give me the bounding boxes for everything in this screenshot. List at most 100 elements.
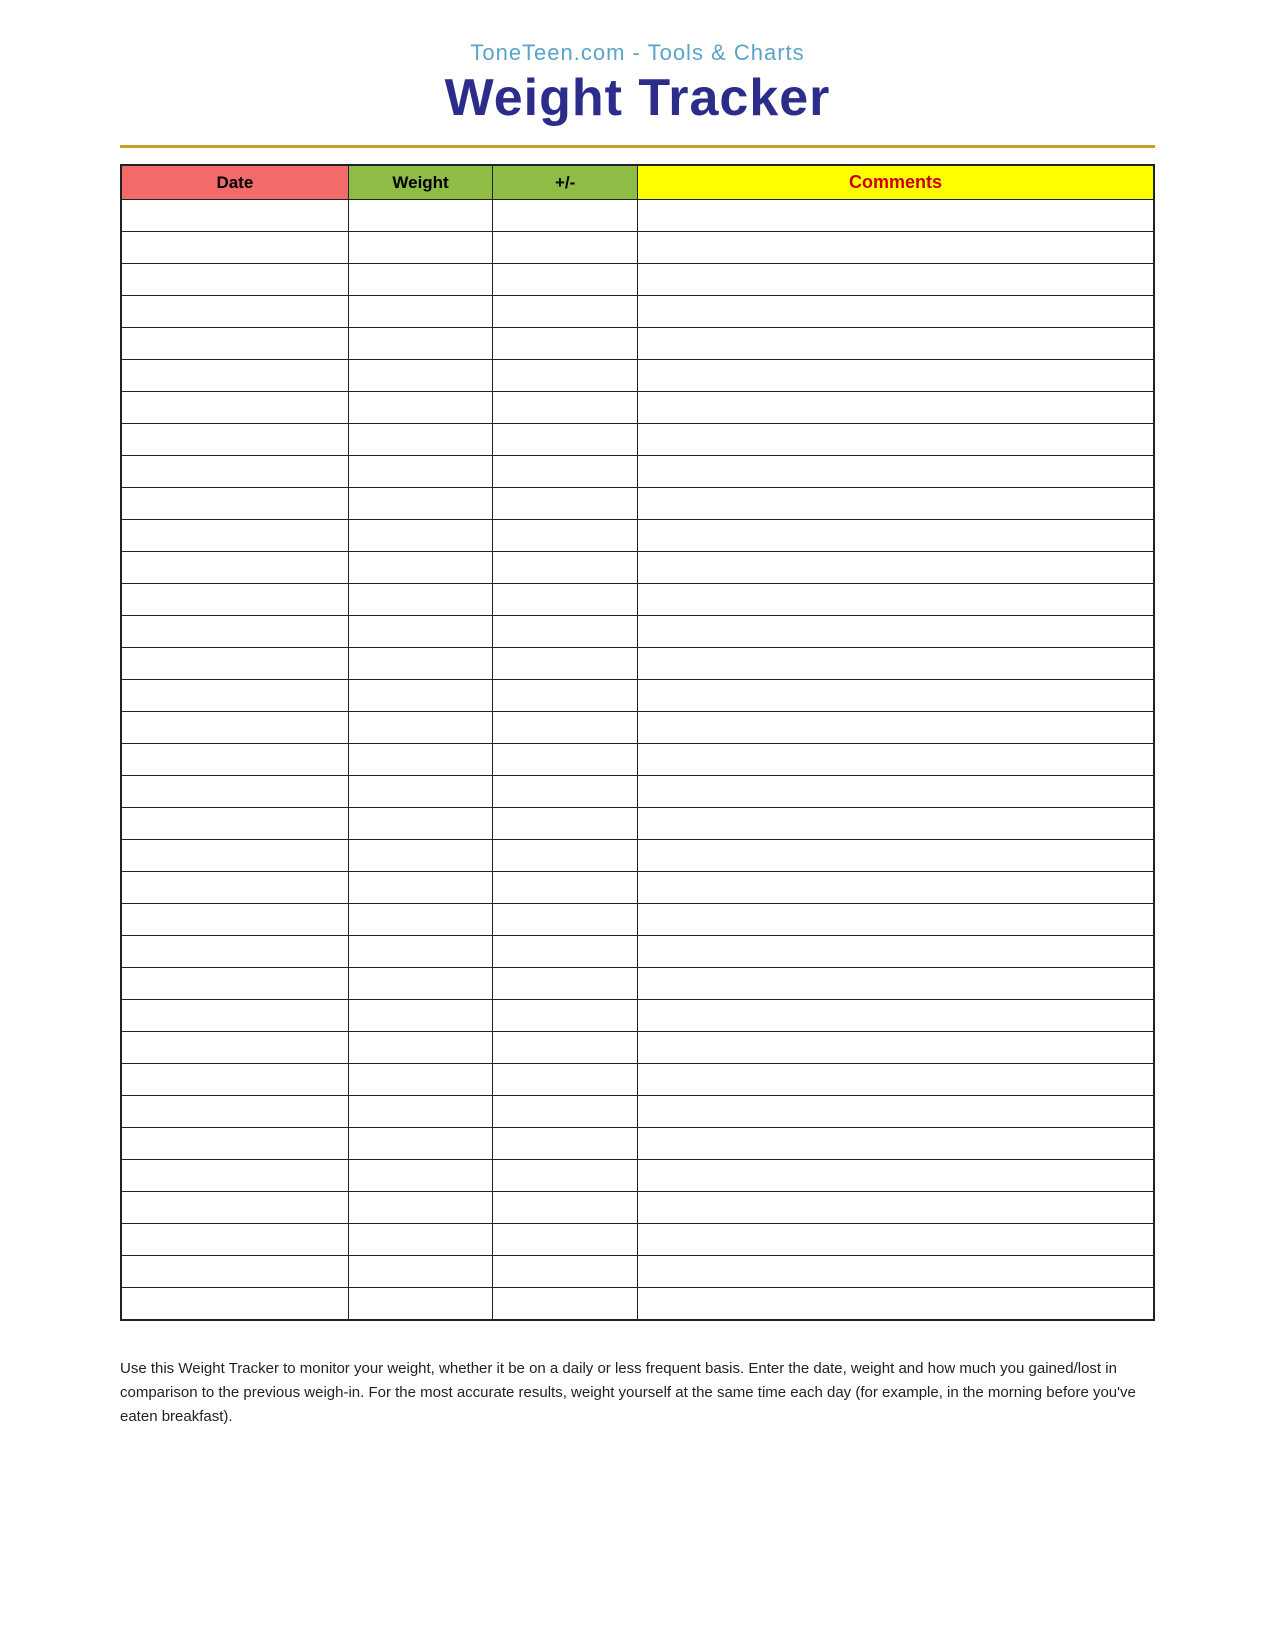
- table-cell: [348, 1288, 493, 1320]
- table-cell: [493, 1224, 638, 1256]
- table-cell: [348, 936, 493, 968]
- table-cell: [493, 1000, 638, 1032]
- table-cell: [121, 712, 348, 744]
- table-row: [121, 1064, 1154, 1096]
- table-cell: [493, 648, 638, 680]
- table-cell: [121, 360, 348, 392]
- table-cell: [637, 296, 1154, 328]
- table-cell: [637, 968, 1154, 1000]
- table-cell: [637, 872, 1154, 904]
- table-cell: [121, 1064, 348, 1096]
- table-row: [121, 584, 1154, 616]
- table-cell: [637, 1064, 1154, 1096]
- table-cell: [121, 584, 348, 616]
- table-cell: [348, 264, 493, 296]
- table-cell: [493, 552, 638, 584]
- table-cell: [348, 840, 493, 872]
- table-cell: [121, 520, 348, 552]
- divider-line: [120, 145, 1155, 148]
- table-cell: [493, 488, 638, 520]
- table-cell: [493, 360, 638, 392]
- table-cell: [637, 616, 1154, 648]
- table-row: [121, 968, 1154, 1000]
- table-cell: [493, 1288, 638, 1320]
- table-cell: [121, 1096, 348, 1128]
- table-cell: [493, 680, 638, 712]
- table-cell: [121, 840, 348, 872]
- table-cell: [121, 1256, 348, 1288]
- table-cell: [348, 1000, 493, 1032]
- table-cell: [348, 648, 493, 680]
- table-cell: [637, 904, 1154, 936]
- table-cell: [493, 424, 638, 456]
- table-cell: [348, 1160, 493, 1192]
- table-cell: [348, 232, 493, 264]
- table-cell: [348, 776, 493, 808]
- table-row: [121, 264, 1154, 296]
- table-row: [121, 456, 1154, 488]
- table-cell: [493, 808, 638, 840]
- page-container: ToneTeen.com - Tools & Charts Weight Tra…: [0, 0, 1275, 1489]
- table-row: [121, 232, 1154, 264]
- table-cell: [348, 296, 493, 328]
- table-cell: [121, 1128, 348, 1160]
- table-cell: [637, 456, 1154, 488]
- table-row: [121, 712, 1154, 744]
- table-cell: [121, 552, 348, 584]
- table-row: [121, 328, 1154, 360]
- table-row: [121, 1256, 1154, 1288]
- table-cell: [637, 648, 1154, 680]
- table-cell: [348, 1256, 493, 1288]
- table-cell: [637, 936, 1154, 968]
- table-cell: [121, 232, 348, 264]
- table-cell: [121, 1032, 348, 1064]
- header: ToneTeen.com - Tools & Charts Weight Tra…: [120, 40, 1155, 127]
- table-cell: [637, 1160, 1154, 1192]
- table-cell: [348, 744, 493, 776]
- table-cell: [121, 424, 348, 456]
- table-cell: [121, 1288, 348, 1320]
- table-cell: [493, 264, 638, 296]
- table-row: [121, 616, 1154, 648]
- table-cell: [348, 680, 493, 712]
- table-row: [121, 904, 1154, 936]
- table-cell: [121, 776, 348, 808]
- table-row: [121, 200, 1154, 232]
- table-cell: [493, 520, 638, 552]
- table-cell: [121, 200, 348, 232]
- table-cell: [637, 840, 1154, 872]
- table-cell: [348, 552, 493, 584]
- table-cell: [348, 968, 493, 1000]
- table-cell: [348, 1192, 493, 1224]
- table-cell: [121, 904, 348, 936]
- table-row: [121, 1128, 1154, 1160]
- table-cell: [637, 776, 1154, 808]
- table-cell: [493, 872, 638, 904]
- table-cell: [493, 1160, 638, 1192]
- table-cell: [493, 1032, 638, 1064]
- table-cell: [493, 584, 638, 616]
- table-cell: [121, 392, 348, 424]
- table-cell: [348, 200, 493, 232]
- table-row: [121, 1160, 1154, 1192]
- table-cell: [348, 424, 493, 456]
- table-cell: [348, 872, 493, 904]
- col-header-date: Date: [121, 165, 348, 200]
- table-cell: [637, 392, 1154, 424]
- table-cell: [637, 1224, 1154, 1256]
- table-cell: [637, 808, 1154, 840]
- table-cell: [121, 456, 348, 488]
- col-header-weight: Weight: [348, 165, 493, 200]
- table-cell: [637, 712, 1154, 744]
- table-cell: [637, 1096, 1154, 1128]
- table-cell: [121, 328, 348, 360]
- table-cell: [348, 616, 493, 648]
- table-cell: [121, 1192, 348, 1224]
- table-cell: [348, 1032, 493, 1064]
- table-row: [121, 872, 1154, 904]
- table-cell: [637, 744, 1154, 776]
- table-cell: [493, 1096, 638, 1128]
- table-cell: [121, 808, 348, 840]
- table-row: [121, 520, 1154, 552]
- table-row: [121, 552, 1154, 584]
